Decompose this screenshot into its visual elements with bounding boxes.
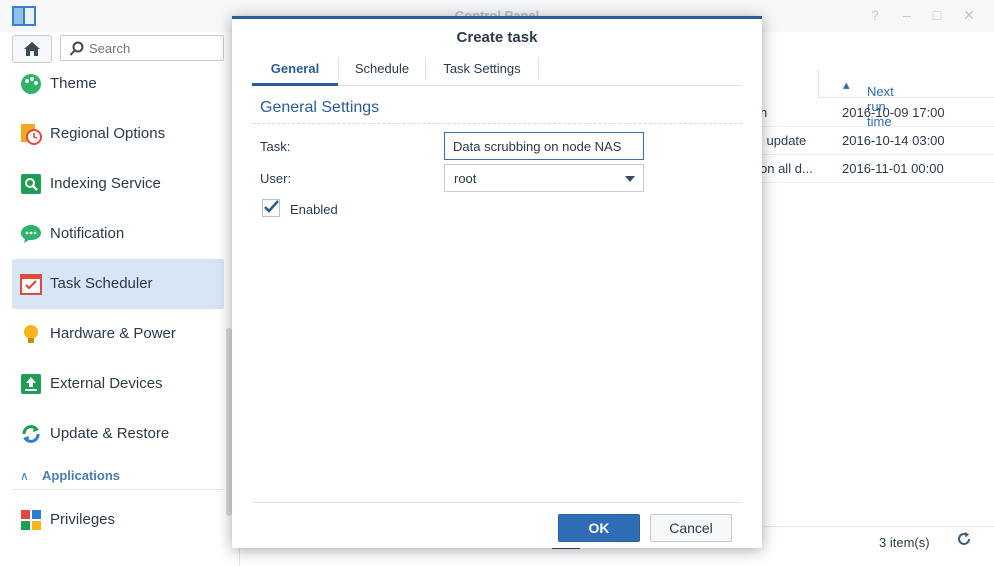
upload-device-icon <box>21 374 41 394</box>
refresh-cycle-icon <box>22 425 40 443</box>
user-select-value: root <box>454 171 477 186</box>
sidebar: Theme Regional Options Indexing Service … <box>0 32 240 566</box>
column-header-next-run-time[interactable]: Next run time ▴ <box>818 70 994 129</box>
sidebar-item-hardware-power[interactable]: Hardware & Power <box>12 309 224 359</box>
refresh-icon[interactable] <box>956 531 972 547</box>
sidebar-item-label: Notification <box>50 225 125 242</box>
calendar-check-icon <box>20 274 42 295</box>
sidebar-item-label: External Devices <box>50 375 163 392</box>
sidebar-item-privileges[interactable]: Privileges <box>12 495 224 545</box>
tab-general[interactable]: General <box>252 54 338 86</box>
privileges-grid-icon <box>21 510 41 530</box>
next-run-cell: 2016-10-14 03:00 <box>842 133 945 148</box>
search-icon <box>69 41 84 56</box>
row-divider <box>760 154 994 155</box>
section-divider <box>252 123 742 124</box>
regional-clock-icon <box>21 124 42 145</box>
sidebar-item-label: Regional Options <box>50 125 166 142</box>
sidebar-item-indexing-service[interactable]: Indexing Service <box>12 159 224 209</box>
create-task-dialog: Create task General Schedule Task Settin… <box>232 16 762 548</box>
enabled-label: Enabled <box>290 202 338 217</box>
row-divider <box>760 126 994 127</box>
close-icon[interactable]: ✕ <box>960 6 978 24</box>
chevron-up-icon: ∧ <box>20 469 29 483</box>
sidebar-item-task-scheduler[interactable]: Task Scheduler <box>12 259 224 309</box>
task-label: Task: <box>260 139 291 154</box>
chat-bubble-icon <box>21 225 41 243</box>
user-select[interactable]: root <box>444 164 644 192</box>
maximize-icon[interactable]: □ <box>928 6 946 24</box>
sidebar-item-label: Theme <box>50 75 97 92</box>
minimize-icon[interactable]: – <box>898 6 916 24</box>
sidebar-item-regional-options[interactable]: Regional Options <box>12 109 224 159</box>
sidebar-section-applications[interactable]: ∧ Applications <box>12 466 224 490</box>
sidebar-item-update-restore[interactable]: Update & Restore <box>12 409 224 459</box>
palette-icon <box>21 74 41 94</box>
checkmark-icon <box>264 200 279 213</box>
next-run-cell: 2016-11-01 00:00 <box>842 161 944 176</box>
chevron-down-icon <box>625 176 635 182</box>
dialog-tabs: General Schedule Task Settings <box>252 54 742 86</box>
sidebar-item-label: Privileges <box>50 511 116 528</box>
user-label: User: <box>260 171 292 186</box>
sidebar-item-label: Update & Restore <box>50 425 170 442</box>
tab-schedule[interactable]: Schedule <box>339 54 425 86</box>
enabled-checkbox[interactable] <box>262 199 280 217</box>
home-icon <box>24 42 40 56</box>
lightbulb-icon <box>24 325 38 343</box>
row-divider <box>760 182 994 183</box>
sidebar-item-label: Indexing Service <box>50 175 161 192</box>
tab-task-settings[interactable]: Task Settings <box>426 54 538 86</box>
general-settings-heading: General Settings <box>260 99 380 116</box>
help-icon[interactable]: ? <box>866 6 884 24</box>
next-run-cell: 2016-10-09 17:00 <box>842 105 945 120</box>
footer-divider <box>252 502 742 503</box>
search-box[interactable] <box>60 35 224 61</box>
tab-divider <box>538 58 539 80</box>
sidebar-section-label: Applications <box>42 468 121 483</box>
sidebar-item-label: Hardware & Power <box>50 325 176 342</box>
dialog-title: Create task <box>456 29 538 46</box>
sidebar-item-external-devices[interactable]: External Devices <box>12 359 224 409</box>
column-header-label: Next run time ▴ <box>843 77 894 129</box>
task-name-input[interactable] <box>444 132 644 160</box>
search-input[interactable] <box>89 39 219 57</box>
task-name-cell: on all d... <box>760 161 813 176</box>
sidebar-item-label: Task Scheduler <box>50 275 153 292</box>
sidebar-item-notification[interactable]: Notification <box>12 209 224 259</box>
task-name-cell: l update <box>760 133 807 148</box>
indexing-search-icon <box>21 174 41 194</box>
ok-button[interactable]: OK <box>558 514 640 542</box>
sidebar-item-theme[interactable]: Theme <box>12 59 224 109</box>
item-count: 3 item(s) <box>879 535 930 550</box>
cancel-button[interactable]: Cancel <box>650 514 732 542</box>
